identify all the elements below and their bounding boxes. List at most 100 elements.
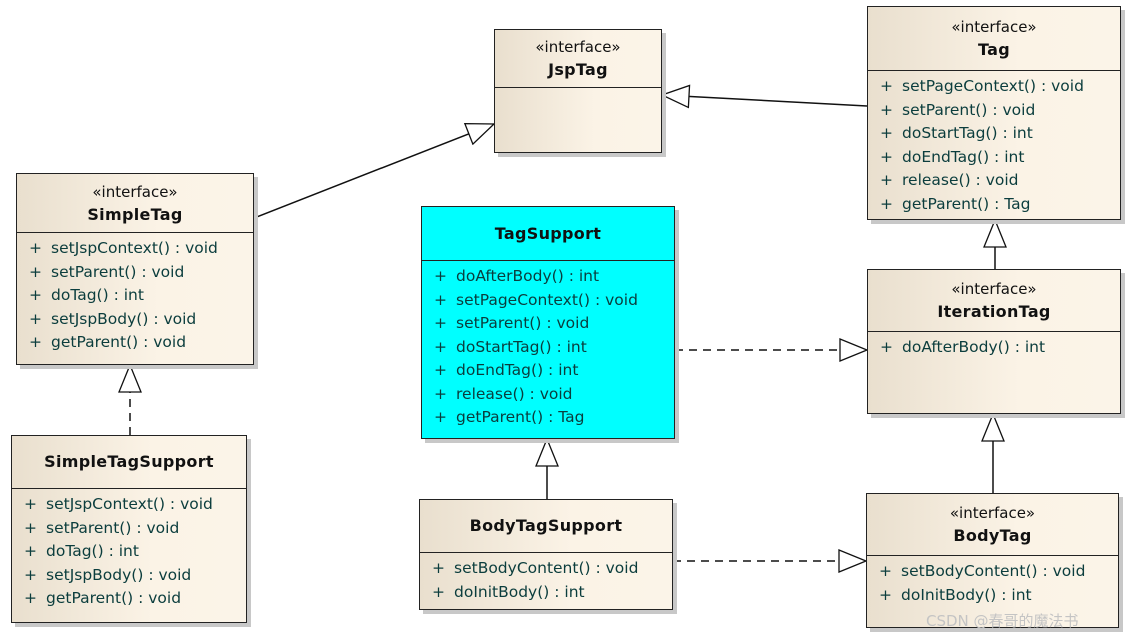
member-signature: setBodyContent() : void xyxy=(454,559,639,577)
member: + doStartTag() : int xyxy=(422,336,674,360)
member-signature: doInitBody() : int xyxy=(454,582,585,601)
member-signature: doAfterBody() : int xyxy=(456,267,600,285)
visibility-public: + xyxy=(29,309,42,328)
member-signature: doAfterBody() : int xyxy=(902,338,1046,356)
member-list: + doAfterBody() : int + setPageContext() : … xyxy=(422,261,674,430)
member: + doTag() : int xyxy=(17,284,253,308)
watermark: CSDN @春哥的魔法书 xyxy=(926,612,1079,630)
member: + setPageContext() : void xyxy=(868,75,1120,99)
class-tagsupport[interactable]: TagSupport + doAfterBody() : int + setPageCo… xyxy=(421,206,675,439)
visibility-public: + xyxy=(434,314,447,332)
member: + setJspContext() : void xyxy=(12,493,246,517)
visibility-public: + xyxy=(434,408,447,426)
class-header: TagSupport xyxy=(422,207,674,261)
class-header: BodyTagSupport xyxy=(420,500,672,553)
member-list: + setBodyContent() : void + doInitBody() : … xyxy=(867,556,1118,607)
class-iterationtag[interactable]: «interface» IterationTag + doAfterBody() : … xyxy=(867,269,1121,414)
visibility-public: + xyxy=(880,171,893,189)
visibility-public: + xyxy=(880,194,893,213)
class-name: SimpleTag xyxy=(87,204,183,224)
visibility-public: + xyxy=(434,267,447,285)
visibility-public: + xyxy=(880,338,893,356)
class-header: SimpleTagSupport xyxy=(12,436,246,489)
class-tag[interactable]: «interface» Tag + setPageContext() : void + s… xyxy=(867,6,1121,220)
member: + setParent() : void xyxy=(12,517,246,541)
visibility-public: + xyxy=(432,582,445,601)
class-header: «interface» IterationTag xyxy=(868,270,1120,332)
member-signature: setParent() : void xyxy=(46,518,180,537)
class-name: Tag xyxy=(977,40,1010,59)
class-header: «interface» BodyTag xyxy=(867,494,1118,556)
visibility-public: + xyxy=(880,147,893,166)
member-list xyxy=(495,88,661,92)
member: + doAfterBody() : int xyxy=(422,265,674,289)
member-signature: setParent() : void xyxy=(51,262,185,281)
class-name: BodyTag xyxy=(953,526,1032,545)
simpletag-extends-jsptag xyxy=(253,122,496,219)
member-signature: doStartTag() : int xyxy=(456,337,587,356)
visibility-public: + xyxy=(880,124,893,142)
visibility-public: + xyxy=(434,361,447,379)
member-list: + setBodyContent() : void + doInitBody() : … xyxy=(420,553,672,604)
member: + doEndTag() : int xyxy=(422,359,674,383)
member-signature: doTag() : int xyxy=(46,542,139,560)
member: + setParent() : void xyxy=(868,99,1120,123)
member: + doStartTag() : int xyxy=(868,122,1120,146)
member-signature: setJspContext() : void xyxy=(51,239,218,257)
member-signature: setParent() : void xyxy=(456,314,590,332)
visibility-public: + xyxy=(434,290,447,309)
member: + getParent() : Tag xyxy=(868,193,1120,217)
class-bodytagsupport[interactable]: BodyTagSupport + setBodyContent() : void + d… xyxy=(419,499,673,610)
member-signature: setJspBody() : void xyxy=(51,309,197,328)
member-list: + doAfterBody() : int xyxy=(868,332,1120,360)
visibility-public: + xyxy=(24,518,37,537)
class-name: SimpleTagSupport xyxy=(44,452,214,471)
member: + release() : void xyxy=(422,383,674,407)
class-simpletag[interactable]: «interface» SimpleTag + setJspContext() : v… xyxy=(16,173,254,365)
class-name: TagSupport xyxy=(494,223,602,243)
member-list: + setJspContext() : void + setParent() : vo… xyxy=(17,233,253,355)
visibility-public: + xyxy=(434,384,447,403)
class-header: «interface» JspTag xyxy=(495,30,661,88)
member: + setPageContext() : void xyxy=(422,289,674,313)
visibility-public: + xyxy=(434,337,447,356)
member-signature: doEndTag() : int xyxy=(902,147,1025,166)
class-header: «interface» SimpleTag xyxy=(17,174,253,233)
member-signature: getParent() : Tag xyxy=(456,408,585,426)
member: + setBodyContent() : void xyxy=(867,560,1118,584)
stereotype: «interface» xyxy=(92,182,178,201)
visibility-public: + xyxy=(24,589,37,607)
member: + getParent() : void xyxy=(12,587,246,611)
stereotype: «interface» xyxy=(535,38,621,56)
member: + setJspBody() : void xyxy=(17,308,253,332)
member-signature: doTag() : int xyxy=(51,286,144,304)
visibility-public: + xyxy=(879,585,892,604)
member: + setParent() : void xyxy=(17,261,253,285)
class-name: JspTag xyxy=(548,60,608,79)
member-signature: setJspContext() : void xyxy=(46,495,213,513)
member-signature: setJspBody() : void xyxy=(46,565,192,584)
member: + doInitBody() : int xyxy=(867,584,1118,608)
member-list: + setPageContext() : void + setParent() : v… xyxy=(868,71,1120,216)
class-bodytag[interactable]: «interface» BodyTag + setBodyContent() : vo… xyxy=(866,493,1119,628)
visibility-public: + xyxy=(29,262,42,281)
member: + doEndTag() : int xyxy=(868,146,1120,170)
member: + setBodyContent() : void xyxy=(420,557,672,581)
class-simpletagsupport[interactable]: SimpleTagSupport + setJspContext() : void +… xyxy=(11,435,247,623)
member: + getParent() : void xyxy=(17,331,253,355)
visibility-public: + xyxy=(29,333,42,351)
member: + doInitBody() : int xyxy=(420,581,672,605)
tag-extends-jsptag xyxy=(660,84,868,109)
member-signature: setBodyContent() : void xyxy=(901,562,1086,580)
member-signature: release() : void xyxy=(902,171,1019,189)
visibility-public: + xyxy=(29,286,42,304)
class-jsptag[interactable]: «interface» JspTag xyxy=(494,29,662,153)
member-signature: release() : void xyxy=(456,384,573,403)
visibility-public: + xyxy=(24,495,37,513)
member-signature: doEndTag() : int xyxy=(456,361,579,379)
visibility-public: + xyxy=(879,562,892,580)
member-signature: getParent() : Tag xyxy=(902,194,1031,213)
member: + setParent() : void xyxy=(422,312,674,336)
member-signature: getParent() : void xyxy=(51,333,187,351)
member: + doTag() : int xyxy=(12,540,246,564)
